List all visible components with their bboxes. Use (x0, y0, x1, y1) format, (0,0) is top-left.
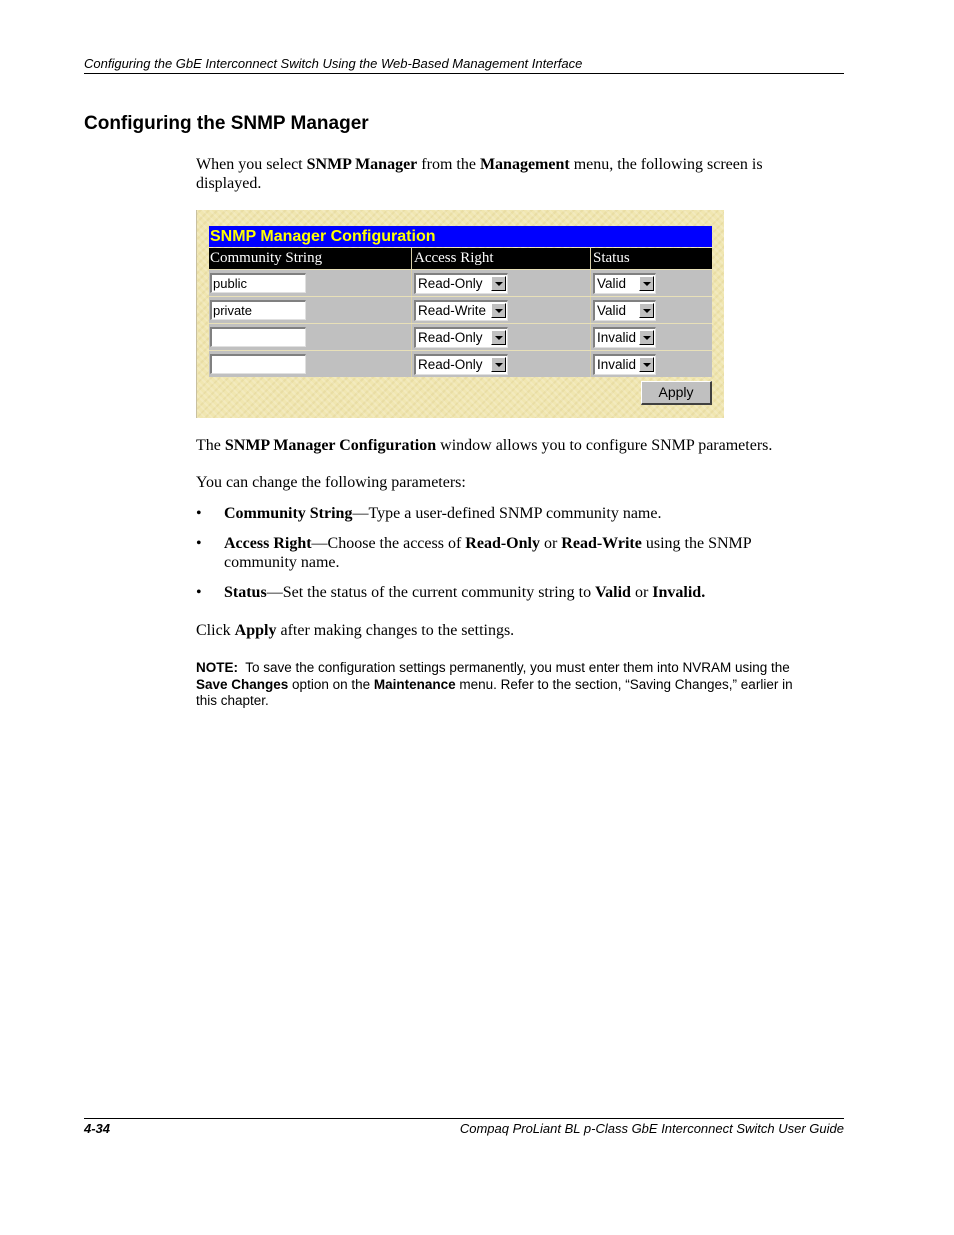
bold-term: Access Right (224, 535, 312, 552)
header-rule (84, 73, 844, 74)
column-divider (411, 297, 412, 323)
selected-value: Read-Only (418, 357, 483, 372)
text: The (196, 437, 225, 454)
bold-term: Status (224, 584, 267, 601)
column-divider (411, 351, 412, 377)
text: —Choose the access of (311, 535, 466, 552)
bold-term: Maintenance (373, 676, 456, 692)
text: Click (196, 622, 235, 639)
table-row: public Read-Only Valid (209, 269, 712, 296)
note-label: NOTE: (196, 660, 238, 675)
community-string-input[interactable] (210, 354, 306, 374)
bold-term: Save Changes (196, 676, 289, 692)
column-divider (590, 248, 591, 269)
chevron-down-icon[interactable] (491, 330, 506, 345)
apply-instruction: Click Apply after making changes to the … (196, 621, 514, 640)
config-title: SNMP Manager Configuration (209, 226, 712, 247)
column-header-community: Community String (210, 250, 323, 266)
selected-value: Invalid (597, 357, 637, 372)
selected-value: Invalid (597, 330, 637, 345)
parameters-intro: You can change the following parameters: (196, 474, 466, 491)
window-description: The SNMP Manager Configuration window al… (196, 436, 836, 455)
bullet-icon: • (196, 505, 202, 522)
chevron-down-icon[interactable] (491, 276, 506, 291)
chevron-down-icon[interactable] (639, 330, 654, 345)
column-header-status: Status (593, 250, 630, 266)
note-block: NOTE: To save the configuration settings… (196, 660, 816, 710)
chevron-down-icon[interactable] (639, 357, 654, 372)
community-string-input[interactable]: public (210, 273, 306, 293)
selected-value: Valid (597, 276, 627, 291)
footer-rule (84, 1118, 844, 1119)
text: from the (417, 156, 480, 173)
chevron-down-icon[interactable] (491, 357, 506, 372)
selected-value: Read-Write (418, 303, 487, 318)
text: or (630, 584, 653, 601)
text: —Set the status of the current community… (266, 584, 596, 601)
column-divider (411, 324, 412, 350)
selected-value: Valid (597, 303, 627, 318)
text: To save the configuration settings perma… (238, 660, 794, 675)
community-string-input[interactable]: private (210, 300, 306, 320)
text: after making changes to the settings. (276, 622, 515, 639)
table-row: Read-Only Invalid (209, 323, 712, 350)
text: option on the (288, 676, 374, 692)
bold-term: Apply (234, 622, 277, 639)
column-divider (590, 351, 591, 377)
table-row: Read-Only Invalid (209, 350, 712, 377)
section-title: Configuring the SNMP Manager (84, 113, 369, 134)
bold-term: Management (479, 156, 570, 173)
chevron-down-icon[interactable] (639, 303, 654, 318)
intro-paragraph: When you select SNMP Manager from the Ma… (196, 155, 826, 193)
selected-value: Read-Only (418, 330, 483, 345)
status-select[interactable]: Valid (593, 273, 656, 294)
bold-term: Invalid. (652, 584, 706, 601)
bullet-icon: • (196, 535, 202, 552)
community-string-input[interactable] (210, 327, 306, 347)
chevron-down-icon[interactable] (491, 303, 506, 318)
apply-button[interactable]: Apply (641, 381, 712, 405)
bold-term: Valid (595, 584, 631, 601)
text: When you select (196, 156, 307, 173)
bullet-icon: • (196, 584, 202, 601)
table-row: private Read-Write Valid (209, 296, 712, 323)
column-divider (411, 270, 412, 296)
status-select[interactable]: Valid (593, 300, 656, 321)
bold-term: Read-Write (561, 535, 642, 552)
config-table-header: Community String Access Right Status (209, 248, 712, 269)
chevron-down-icon[interactable] (639, 276, 654, 291)
column-divider (590, 324, 591, 350)
page-number: 4-34 (84, 1121, 111, 1136)
column-header-access: Access Right (414, 250, 494, 266)
access-right-select[interactable]: Read-Only (414, 327, 508, 348)
bold-term: Community String (224, 505, 353, 522)
text: or (539, 535, 562, 552)
snmp-config-screenshot: SNMP Manager Configuration Community Str… (196, 210, 724, 418)
access-right-select[interactable]: Read-Only (414, 354, 508, 375)
running-header: Configuring the GbE Interconnect Switch … (84, 56, 583, 71)
guide-title: Compaq ProLiant BL p-Class GbE Interconn… (459, 1121, 844, 1136)
bold-term: SNMP Manager (306, 156, 418, 173)
bold-term: SNMP Manager Configuration (224, 437, 437, 454)
access-right-select[interactable]: Read-Only (414, 273, 508, 294)
bold-term: Read-Only (465, 535, 540, 552)
access-right-select[interactable]: Read-Write (414, 300, 508, 321)
status-select[interactable]: Invalid (593, 327, 656, 348)
column-divider (411, 248, 412, 269)
column-divider (590, 297, 591, 323)
column-divider (590, 270, 591, 296)
status-select[interactable]: Invalid (593, 354, 656, 375)
text: —Type a user-defined SNMP community name… (352, 505, 662, 522)
selected-value: Read-Only (418, 276, 483, 291)
text: window allows you to configure SNMP para… (436, 437, 773, 454)
